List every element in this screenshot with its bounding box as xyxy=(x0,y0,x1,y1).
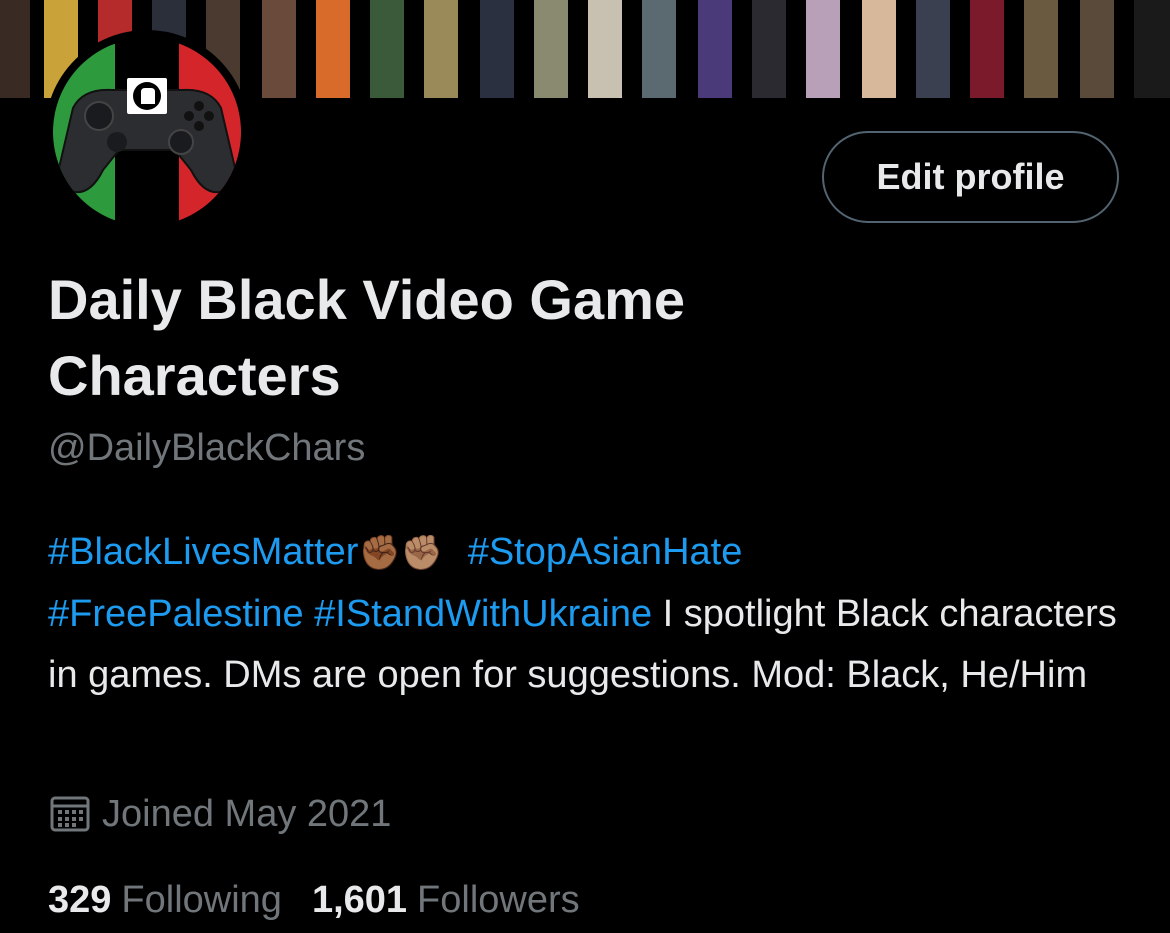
profile-avatar[interactable] xyxy=(45,30,249,234)
hashtag-link[interactable]: #IStandWithUkraine xyxy=(314,593,652,635)
edit-profile-button[interactable]: Edit profile xyxy=(822,131,1119,223)
profile-handle: @DailyBlackChars xyxy=(48,427,366,469)
gamepad-fist-icon xyxy=(53,38,241,226)
hashtag-link[interactable]: #FreePalestine xyxy=(48,593,304,635)
profile-bio: #BlackLivesMatter✊🏾✊🏽 #StopAsianHate #Fr… xyxy=(48,522,1138,706)
calendar-icon xyxy=(48,792,92,836)
raised-fists-emoji: ✊🏾✊🏽 xyxy=(358,534,444,573)
following-link[interactable]: 329 Following xyxy=(48,876,282,924)
hashtag-link[interactable]: #StopAsianHate xyxy=(468,531,743,573)
hashtag-link[interactable]: #BlackLivesMatter xyxy=(48,531,358,573)
joined-date: Joined May 2021 xyxy=(48,790,391,838)
following-label: Following xyxy=(121,879,282,921)
follow-stats: 329 Following 1,601 Followers xyxy=(48,876,580,924)
following-count: 329 xyxy=(48,879,112,921)
joined-text: Joined May 2021 xyxy=(102,793,392,835)
followers-count: 1,601 xyxy=(311,879,408,921)
followers-label: Followers xyxy=(417,879,580,921)
followers-link[interactable]: 1,601 Followers xyxy=(312,876,580,924)
profile-display-name: Daily Black Video Game Characters xyxy=(48,268,686,407)
